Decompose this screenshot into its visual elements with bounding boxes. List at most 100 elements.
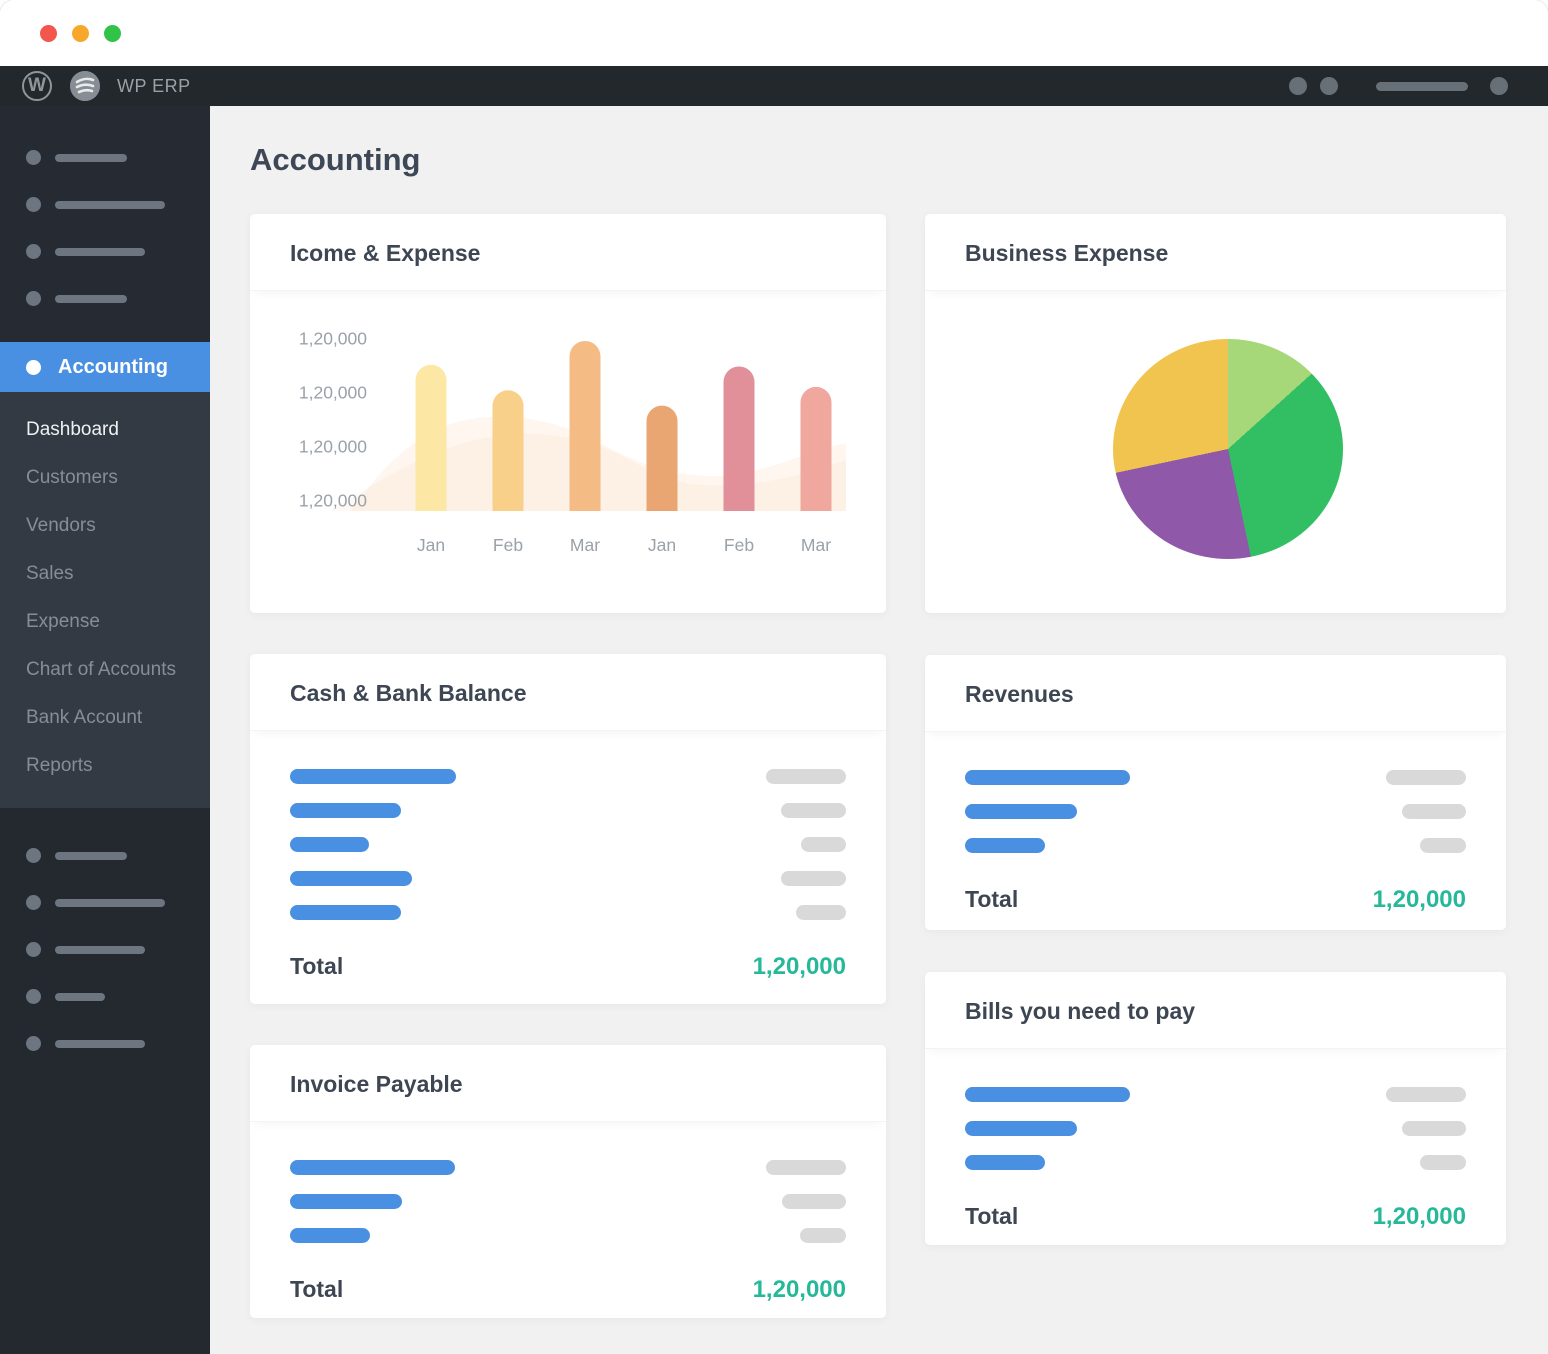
sidebar-submenu-item-customers[interactable]: Customers (0, 454, 210, 502)
sidebar-bottom-placeholder-group (0, 808, 210, 1354)
cash-bank-card-title: Cash & Bank Balance (290, 680, 526, 706)
sidebar-submenu-item-expense[interactable]: Expense (0, 598, 210, 646)
invoice-payable-card: Invoice Payable Total 1,20,000 (250, 1045, 886, 1318)
placeholder-dot-icon (26, 291, 41, 306)
y-axis-tick-label: 1,20,000 (299, 329, 367, 349)
sidebar-submenu-item-vendors[interactable]: Vendors (0, 502, 210, 550)
skeleton-row (290, 837, 846, 852)
placeholder-bar (55, 1040, 145, 1048)
skeleton-bar-right (1420, 1155, 1466, 1170)
sidebar-submenu: DashboardCustomersVendorsSalesExpenseCha… (0, 392, 210, 808)
bills-total-label: Total (965, 1203, 1018, 1230)
skeleton-row (965, 1087, 1466, 1102)
skeleton-bar-left (290, 905, 401, 920)
cash-bank-total-value: 1,20,000 (753, 953, 846, 981)
sidebar-submenu-item-chart-of-accounts[interactable]: Chart of Accounts (0, 646, 210, 694)
income-expense-card-header: Icome & Expense (250, 214, 886, 291)
business-expense-card-header: Business Expense (925, 214, 1506, 291)
sidebar-submenu-item-dashboard[interactable]: Dashboard (0, 406, 210, 454)
sidebar-placeholder-item[interactable] (0, 879, 210, 926)
bar-mar-income (570, 341, 601, 533)
y-axis-tick-label: 1,20,000 (299, 437, 367, 457)
x-axis-month-label: Jan (648, 535, 676, 555)
skeleton-bar-left (290, 769, 456, 784)
wordpress-logo-icon[interactable]: W (22, 71, 52, 101)
minimize-window-button[interactable] (72, 25, 89, 42)
revenues-card-header: Revenues (925, 655, 1506, 732)
invoice-payable-card-title: Invoice Payable (290, 1071, 463, 1097)
invoice-payable-total-value: 1,20,000 (753, 1276, 846, 1304)
skeleton-row (965, 804, 1466, 819)
close-window-button[interactable] (40, 25, 57, 42)
accounting-menu-dot-icon (26, 360, 41, 375)
sidebar-placeholder-item[interactable] (0, 134, 210, 181)
sidebar-placeholder-item[interactable] (0, 228, 210, 275)
wp-erp-logo-icon[interactable] (70, 71, 100, 101)
admin-bar-avatar-placeholder[interactable] (1490, 77, 1508, 95)
skeleton-bar-left (965, 804, 1077, 819)
skeleton-bar-right (766, 1160, 846, 1175)
bills-card-title: Bills you need to pay (965, 998, 1195, 1024)
sidebar-placeholder-item[interactable] (0, 832, 210, 879)
placeholder-dot-icon (26, 989, 41, 1004)
sidebar-placeholder-item[interactable] (0, 973, 210, 1020)
skeleton-bar-left (290, 1228, 370, 1243)
erp-swirl-icon (70, 71, 100, 101)
skeleton-row (290, 769, 846, 784)
cash-bank-total-label: Total (290, 953, 343, 980)
skeleton-row (290, 1228, 846, 1243)
sidebar-placeholder-item[interactable] (0, 275, 210, 322)
admin-bar-user-placeholder[interactable] (1376, 82, 1468, 91)
skeleton-bar-right (1386, 770, 1466, 785)
business-expense-card: Business Expense (925, 214, 1506, 613)
placeholder-bar (55, 295, 127, 303)
placeholder-bar (55, 993, 105, 1001)
revenues-total-label: Total (965, 886, 1018, 913)
skeleton-bar-right (766, 769, 846, 784)
x-axis-month-label: Mar (570, 535, 600, 555)
bills-card: Bills you need to pay Total 1,20,000 (925, 972, 1506, 1245)
skeleton-row (290, 1194, 846, 1209)
sidebar-placeholder-item[interactable] (0, 1020, 210, 1067)
sidebar-submenu-item-sales[interactable]: Sales (0, 550, 210, 598)
placeholder-dot-icon (26, 848, 41, 863)
revenues-card-title: Revenues (965, 681, 1074, 707)
bar-mar-expense (801, 387, 832, 533)
placeholder-bar (55, 852, 127, 860)
admin-bar-icon-placeholder[interactable] (1289, 77, 1307, 95)
skeleton-row (965, 838, 1466, 853)
skeleton-row (965, 1121, 1466, 1136)
cash-bank-card: Cash & Bank Balance Total 1,20,000 (250, 654, 886, 1004)
skeleton-bar-left (965, 838, 1045, 853)
placeholder-dot-icon (26, 942, 41, 957)
admin-bar-icon-placeholder[interactable] (1320, 77, 1338, 95)
bar-feb-expense (724, 367, 755, 534)
sidebar-placeholder-item[interactable] (0, 181, 210, 228)
admin-bar-right (1276, 77, 1508, 95)
skeleton-bar-left (290, 837, 369, 852)
income-expense-card-title: Icome & Expense (290, 240, 480, 266)
skeleton-row (965, 1155, 1466, 1170)
sidebar-submenu-item-reports[interactable]: Reports (0, 742, 210, 790)
placeholder-bar (55, 248, 145, 256)
placeholder-bar (55, 899, 165, 907)
window-titlebar (0, 0, 1548, 66)
zoom-window-button[interactable] (104, 25, 121, 42)
sidebar: Accounting DashboardCustomersVendorsSale… (0, 106, 210, 1354)
sidebar-item-accounting[interactable]: Accounting (0, 342, 210, 392)
skeleton-bar-left (290, 1160, 455, 1175)
skeleton-bar-left (290, 803, 401, 818)
skeleton-bar-right (1420, 838, 1466, 853)
skeleton-row (290, 803, 846, 818)
sidebar-submenu-item-bank-account[interactable]: Bank Account (0, 694, 210, 742)
bar-jan-income (416, 365, 447, 533)
skeleton-bar-left (965, 1155, 1045, 1170)
bar-feb-income (493, 390, 524, 533)
y-axis-tick-label: 1,20,000 (299, 383, 367, 403)
sidebar-placeholder-item[interactable] (0, 926, 210, 973)
page-title: Accounting (250, 142, 1506, 178)
admin-bar-brand: WP ERP (117, 76, 191, 97)
skeleton-bar-right (796, 905, 846, 920)
placeholder-dot-icon (26, 150, 41, 165)
x-axis-month-label: Feb (724, 535, 754, 555)
